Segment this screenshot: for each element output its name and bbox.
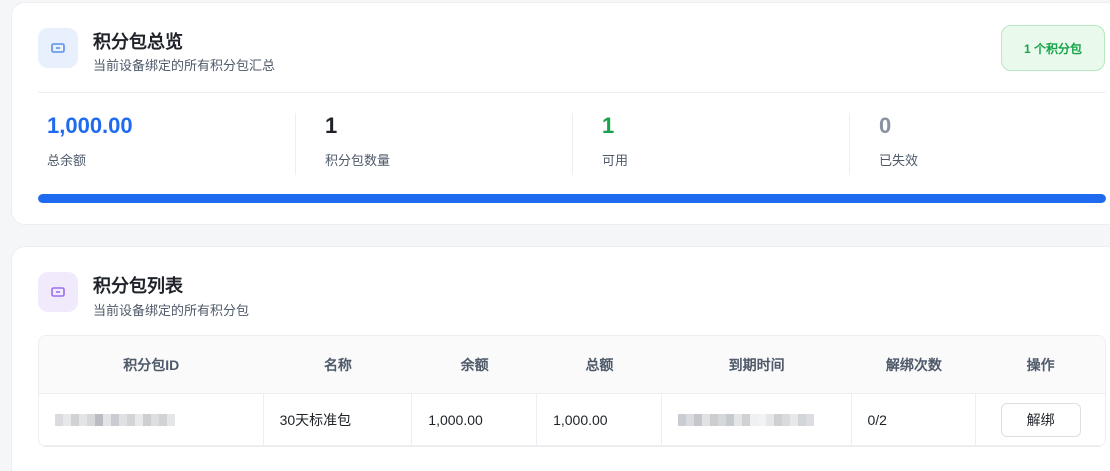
stat-expired: 0 已失效: [879, 113, 918, 169]
unbind-count-cell: 0/2: [852, 394, 977, 445]
stat-value: 1,000.00: [47, 113, 133, 138]
column-header: 名称: [323, 356, 352, 373]
stat-total-balance: 1,000.00 总余额: [47, 113, 133, 169]
divider: [38, 92, 1106, 93]
balance-cell: 1,000.00: [412, 394, 538, 445]
list-title: 积分包列表: [93, 276, 183, 296]
list-card: 积分包列表 当前设备绑定的所有积分包 积分包ID 名称 余额 总额 到期时间 解…: [11, 246, 1110, 471]
stat-value: 1: [325, 113, 338, 138]
overview-subtitle: 当前设备绑定的所有积分包汇总: [93, 58, 276, 73]
ticket-icon: [38, 272, 78, 312]
stat-separator: [295, 113, 296, 175]
balance-progress-bar: [38, 194, 1106, 203]
packages-table: 积分包ID 名称 余额 总额 到期时间 解绑次数 操作 30天标准包 1,000…: [38, 335, 1106, 447]
column-header: 积分包ID: [123, 356, 180, 373]
stat-package-count: 1 积分包数量: [325, 113, 390, 169]
stat-label: 积分包数量: [325, 153, 391, 169]
column-header: 解绑次数: [885, 356, 942, 373]
redacted-expiry: [677, 413, 814, 426]
stat-label: 可用: [602, 153, 629, 169]
ticket-icon: [38, 28, 78, 68]
package-name-cell: 30天标准包: [264, 394, 413, 445]
stat-separator: [572, 113, 573, 175]
package-count-badge: 1 个积分包: [1001, 25, 1105, 71]
package-id-cell: [39, 394, 264, 445]
action-cell: 解绑: [976, 394, 1105, 445]
table-header: 积分包ID 名称 余额 总额 到期时间 解绑次数 操作: [39, 336, 1105, 394]
table-row: 30天标准包 1,000.00 1,000.00 0/2 解绑: [39, 394, 1105, 446]
column-header: 余额: [460, 356, 489, 373]
expiry-cell: [662, 394, 852, 445]
progress-fill: [38, 194, 1106, 203]
stat-value: 0: [879, 113, 892, 138]
redacted-id: [55, 413, 175, 426]
overview-title: 积分包总览: [93, 32, 183, 52]
overview-card: 积分包总览 当前设备绑定的所有积分包汇总 1 个积分包 1,000.00 总余额…: [11, 2, 1110, 225]
column-header: 总额: [585, 356, 614, 373]
column-header: 操作: [1026, 356, 1055, 373]
column-header: 到期时间: [728, 356, 785, 373]
stat-label: 已失效: [879, 153, 919, 169]
stat-available: 1 可用: [602, 113, 628, 169]
unbind-button[interactable]: 解绑: [1000, 402, 1081, 437]
stat-label: 总余额: [47, 153, 87, 169]
stat-separator: [849, 113, 850, 175]
stat-value: 1: [602, 113, 615, 138]
total-cell: 1,000.00: [537, 394, 662, 445]
list-subtitle: 当前设备绑定的所有积分包: [93, 303, 250, 318]
